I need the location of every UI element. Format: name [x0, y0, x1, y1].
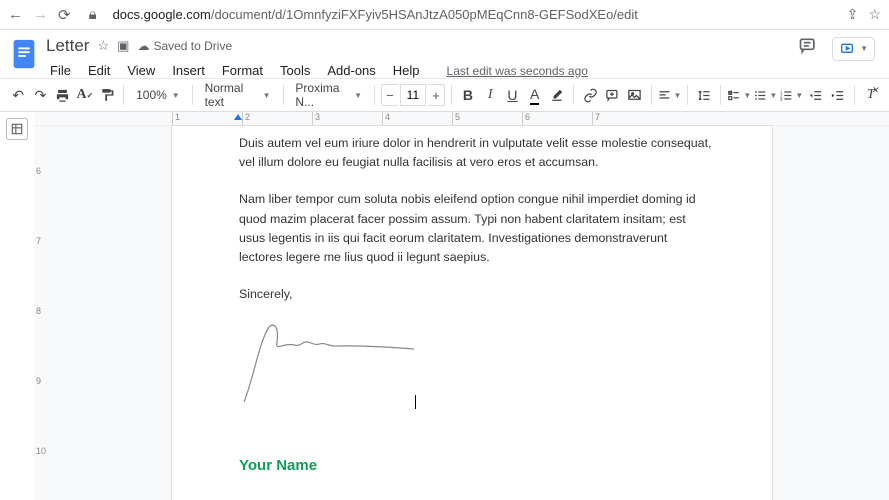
- present-share-button[interactable]: ▼: [832, 37, 875, 61]
- insert-image-button[interactable]: [624, 83, 644, 107]
- menu-help[interactable]: Help: [389, 61, 424, 80]
- menu-tools[interactable]: Tools: [276, 61, 314, 80]
- signoff[interactable]: Sincerely,: [239, 285, 712, 304]
- paragraph-1[interactable]: Duis autem vel eum iriure dolor in hendr…: [239, 134, 712, 172]
- redo-button[interactable]: ↷: [30, 83, 50, 107]
- menu-view[interactable]: View: [123, 61, 159, 80]
- chevron-down-icon: ▼: [860, 44, 868, 53]
- saved-status: ☁ Saved to Drive: [137, 39, 232, 53]
- last-edit-link[interactable]: Last edit was seconds ago: [443, 62, 592, 80]
- text-color-button[interactable]: A: [525, 83, 545, 107]
- share-url-icon[interactable]: ⇪: [847, 6, 859, 23]
- menu-file[interactable]: File: [46, 61, 75, 80]
- lock-icon: 🔒︎: [89, 6, 97, 23]
- insert-link-button[interactable]: [580, 83, 600, 107]
- svg-text:3: 3: [781, 96, 784, 101]
- print-button[interactable]: [53, 83, 73, 107]
- bookmark-star-icon[interactable]: ☆: [868, 6, 881, 23]
- docs-logo-icon: [10, 38, 38, 72]
- menu-format[interactable]: Format: [218, 61, 267, 80]
- browser-forward[interactable]: →: [33, 6, 48, 23]
- font-dropdown[interactable]: Proxima N...▼: [289, 83, 368, 107]
- vertical-ruler[interactable]: 6 7 8 9 10: [34, 126, 48, 500]
- outline-toggle-button[interactable]: [6, 118, 28, 140]
- signature-image[interactable]: [239, 317, 712, 397]
- checklist-button[interactable]: ▼: [727, 83, 751, 107]
- decrease-indent-button[interactable]: [805, 83, 825, 107]
- italic-button[interactable]: I: [480, 83, 500, 107]
- browser-reload[interactable]: ⟳: [58, 6, 71, 24]
- menu-addons[interactable]: Add-ons: [323, 61, 379, 80]
- insert-comment-button[interactable]: [602, 83, 622, 107]
- highlight-button[interactable]: [547, 83, 567, 107]
- doc-title[interactable]: Letter: [46, 36, 89, 56]
- paragraph-2[interactable]: Nam liber tempor cum soluta nobis eleife…: [239, 190, 712, 267]
- undo-button[interactable]: ↶: [8, 83, 28, 107]
- font-size-increase[interactable]: +: [428, 84, 445, 106]
- underline-button[interactable]: U: [502, 83, 522, 107]
- zoom-dropdown[interactable]: 100%▼: [130, 83, 186, 107]
- horizontal-ruler[interactable]: 1 2 3 4 5 6 7: [34, 112, 889, 126]
- address-bar[interactable]: docs.google.com/document/d/1OmnfyziFXFyi…: [113, 7, 837, 22]
- spellcheck-button[interactable]: A✓: [75, 83, 95, 107]
- align-button[interactable]: ▼: [657, 83, 681, 107]
- indent-marker-icon[interactable]: [234, 114, 242, 120]
- name-placeholder[interactable]: Your Name: [239, 457, 712, 474]
- font-size-decrease[interactable]: −: [381, 84, 398, 106]
- bulleted-list-button[interactable]: ▼: [753, 83, 777, 107]
- line-spacing-button[interactable]: [694, 83, 714, 107]
- paint-format-button[interactable]: [97, 83, 117, 107]
- star-doc-icon[interactable]: ☆: [97, 38, 109, 54]
- menu-edit[interactable]: Edit: [84, 61, 114, 80]
- font-size-input[interactable]: 11: [400, 84, 426, 106]
- menu-insert[interactable]: Insert: [168, 61, 209, 80]
- move-doc-icon[interactable]: ▣: [117, 38, 129, 54]
- document-page[interactable]: Duis autem vel eum iriure dolor in hendr…: [172, 126, 772, 500]
- cloud-icon: ☁: [137, 39, 149, 53]
- text-cursor: [415, 395, 416, 409]
- style-dropdown[interactable]: Normal text▼: [199, 83, 277, 107]
- numbered-list-button[interactable]: 123▼: [779, 83, 803, 107]
- browser-back[interactable]: ←: [8, 6, 23, 23]
- comments-history-icon[interactable]: [798, 36, 818, 61]
- menu-bar: File Edit View Insert Format Tools Add-o…: [46, 61, 790, 80]
- clear-formatting-button[interactable]: T✕: [861, 83, 881, 107]
- bold-button[interactable]: B: [458, 83, 478, 107]
- increase-indent-button[interactable]: [828, 83, 848, 107]
